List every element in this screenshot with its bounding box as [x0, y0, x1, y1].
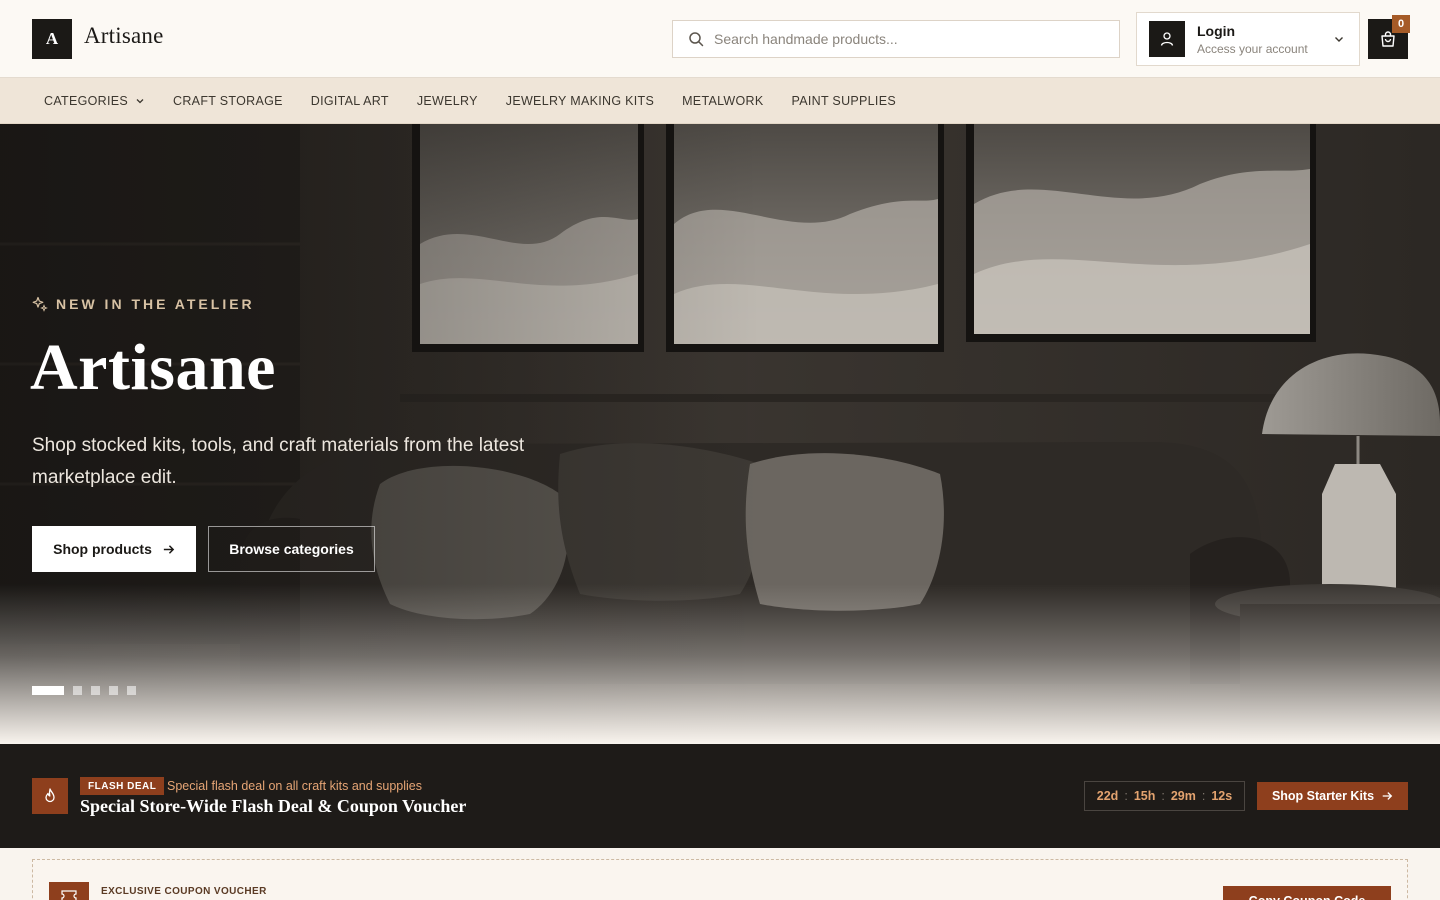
logo-mark[interactable]: A — [32, 19, 72, 59]
hero-title: Artisane — [30, 331, 276, 404]
search-bar[interactable] — [672, 20, 1120, 58]
nav-item-digital-art[interactable]: DIGITAL ART — [311, 94, 389, 108]
browse-categories-button[interactable]: Browse categories — [208, 526, 375, 572]
flame-icon — [32, 778, 68, 814]
ticket-icon — [49, 882, 89, 900]
nav-categories-label: CATEGORIES — [44, 93, 129, 108]
slide-dot-5[interactable] — [127, 686, 136, 695]
timer-seconds: 12s — [1211, 789, 1233, 803]
login-title: Login — [1197, 23, 1236, 39]
chevron-down-icon — [1335, 37, 1343, 42]
search-icon — [689, 32, 704, 47]
flash-deal-headline: Special Store-Wide Flash Deal & Coupon V… — [80, 796, 467, 816]
shop-starter-kits-label: Shop Starter Kits — [1271, 789, 1375, 803]
slide-indicators — [32, 686, 145, 695]
slide-dot-3[interactable] — [91, 686, 100, 695]
copy-coupon-button[interactable]: Copy Coupon Code — [1223, 886, 1391, 900]
hero-banner: NEW IN THE ATELIER Artisane Shop stocked… — [0, 124, 1440, 744]
hero-bottom-fade — [0, 584, 1440, 744]
hero-description: Shop stocked kits, tools, and craft mate… — [32, 435, 525, 488]
nav-categories-dropdown[interactable]: CATEGORIES — [44, 94, 145, 108]
shop-starter-kits-button[interactable]: Shop Starter Kits — [1257, 782, 1408, 810]
search-input[interactable] — [714, 31, 1094, 47]
slide-dot-1[interactable] — [32, 686, 64, 695]
cart-count-badge: 0 — [1392, 15, 1410, 33]
cart-button[interactable]: 0 — [1368, 15, 1410, 59]
timer-separator: : — [1161, 789, 1165, 803]
timer-minutes: 29m — [1170, 789, 1196, 803]
nav-item-jewelry[interactable]: JEWELRY — [417, 94, 478, 108]
hero-eyebrow: NEW IN THE ATELIER — [32, 296, 255, 312]
timer-separator: : — [1201, 789, 1206, 803]
shop-products-label: Shop products — [53, 541, 152, 557]
slide-dot-4[interactable] — [109, 686, 118, 695]
arrow-right-icon — [163, 544, 175, 554]
flash-deal-tagline: Special flash deal on all craft kits and… — [167, 779, 423, 793]
countdown-timer: 22d : 15h : 29m : 12s — [1084, 781, 1245, 811]
site-header: A Artisane Login Access your account 0 — [0, 0, 1440, 78]
shop-products-button[interactable]: Shop products — [32, 526, 196, 572]
category-nav: CATEGORIES CRAFT STORAGE DIGITAL ART JEW… — [0, 78, 1440, 124]
slide-dot-2[interactable] — [73, 686, 82, 695]
user-icon — [1149, 21, 1185, 57]
flash-deal-bar: FLASH DEAL Special flash deal on all cra… — [0, 744, 1440, 848]
coupon-label: EXCLUSIVE COUPON VOUCHER — [101, 886, 267, 897]
timer-separator: : — [1124, 789, 1128, 803]
timer-hours: 15h — [1133, 789, 1156, 803]
account-dropdown[interactable]: Login Access your account — [1136, 12, 1360, 66]
flash-deal-badge: FLASH DEAL — [80, 777, 165, 795]
nav-item-metalwork[interactable]: METALWORK — [682, 94, 763, 108]
hero-eyebrow-text: NEW IN THE ATELIER — [56, 296, 255, 312]
brand-name[interactable]: Artisane — [84, 23, 164, 49]
login-subtitle: Access your account — [1197, 42, 1308, 56]
arrow-right-icon — [1382, 792, 1393, 800]
sparkle-icon — [32, 296, 48, 312]
nav-item-craft-storage[interactable]: CRAFT STORAGE — [173, 94, 283, 108]
nav-item-paint-supplies[interactable]: PAINT SUPPLIES — [792, 94, 896, 108]
chevron-down-icon — [136, 98, 144, 103]
nav-item-jewelry-making-kits[interactable]: JEWELRY MAKING KITS — [506, 94, 654, 108]
timer-days: 22d — [1096, 789, 1119, 803]
coupon-voucher-card: EXCLUSIVE COUPON VOUCHER Copy Coupon Cod… — [32, 859, 1408, 900]
